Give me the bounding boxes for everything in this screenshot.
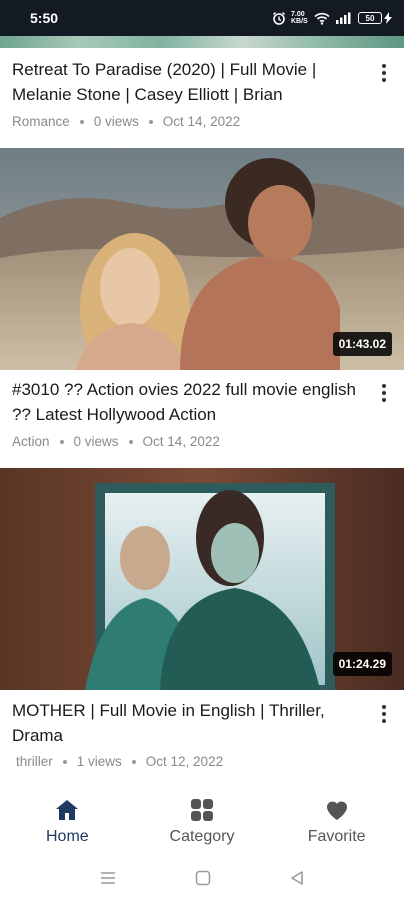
- video-views: 0 views: [93, 114, 139, 129]
- nav-item-favorite[interactable]: Favorite: [282, 798, 392, 846]
- video-duration: 01:24.29: [332, 652, 392, 676]
- video-date: Oct 14, 2022: [162, 114, 241, 129]
- nav-label-favorite: Favorite: [307, 828, 366, 845]
- home-icon: [56, 800, 79, 820]
- wifi-icon: [314, 12, 330, 25]
- nav-label-home: Home: [45, 828, 89, 845]
- video-meta: Action 0 views Oct 14, 2022: [12, 434, 220, 449]
- video-duration: 01:43.02: [332, 332, 392, 356]
- status-time: 5:50: [30, 10, 59, 26]
- video-category: Romance: [12, 114, 70, 129]
- nav-item-category[interactable]: Category: [147, 798, 257, 846]
- more-options-button[interactable]: [378, 382, 390, 404]
- more-options-button[interactable]: [378, 62, 390, 84]
- recent-apps-icon[interactable]: [100, 871, 116, 885]
- bottom-nav: Home Category Favorite: [0, 786, 404, 856]
- video-views: 1 views: [76, 754, 122, 769]
- video-date: Oct 14, 2022: [142, 434, 220, 449]
- battery-level: 50: [358, 12, 382, 24]
- video-date: Oct 12, 2022: [145, 754, 224, 769]
- video-title[interactable]: Retreat To Paradise (2020) | Full Movie …: [12, 57, 362, 107]
- status-icons: 7.00 KB/S 50: [272, 11, 392, 25]
- nav-label-category: Category: [169, 828, 235, 845]
- video-meta: thriller 1 views Oct 12, 2022: [12, 754, 223, 769]
- signal-icon: [335, 12, 353, 25]
- grid-icon: [190, 799, 213, 821]
- back-icon[interactable]: [290, 870, 304, 886]
- status-bar: 5:50 7.00 KB/S 50: [0, 0, 404, 36]
- video-category: thriller: [16, 754, 53, 769]
- home-button-icon[interactable]: [195, 870, 211, 886]
- battery-icon: 50: [358, 12, 392, 24]
- alarm-icon: [272, 11, 286, 25]
- heart-icon: [326, 801, 347, 820]
- video-views: 0 views: [73, 434, 119, 449]
- video-title[interactable]: MOTHER | Full Movie in English | Thrille…: [12, 698, 362, 748]
- more-dots-icon: [382, 64, 386, 68]
- more-dots-icon: [382, 384, 386, 388]
- video-thumbnail[interactable]: 01:24.29: [0, 468, 404, 690]
- video-card[interactable]: MOTHER | Full Movie in English | Thrille…: [0, 690, 404, 786]
- video-category: Action: [12, 434, 50, 449]
- video-card[interactable]: #3010 ?? Action ovies 2022 full movie en…: [0, 370, 404, 468]
- video-card[interactable]: Retreat To Paradise (2020) | Full Movie …: [0, 48, 404, 148]
- system-nav-bar: [0, 856, 404, 900]
- previous-thumbnail-edge[interactable]: [0, 36, 404, 48]
- more-options-button[interactable]: [378, 703, 390, 725]
- video-meta: Romance 0 views Oct 14, 2022: [12, 114, 240, 129]
- more-dots-icon: [382, 705, 386, 709]
- nav-item-home[interactable]: Home: [12, 798, 122, 846]
- video-title[interactable]: #3010 ?? Action ovies 2022 full movie en…: [12, 377, 362, 427]
- network-speed: 7.00 KB/S: [291, 11, 308, 25]
- charging-icon: [384, 12, 392, 24]
- video-thumbnail[interactable]: 01:43.02: [0, 148, 404, 370]
